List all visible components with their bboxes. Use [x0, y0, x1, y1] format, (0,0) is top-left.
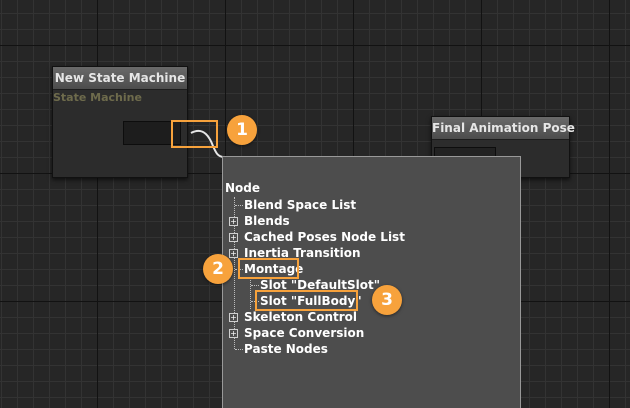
- menu-item-blend-space-list[interactable]: Blend Space List: [244, 197, 356, 213]
- tree-connector: [235, 205, 243, 206]
- node-title: New State Machine: [53, 67, 187, 90]
- expand-icon[interactable]: +: [229, 249, 238, 258]
- menu-item-paste-nodes[interactable]: Paste Nodes: [244, 341, 328, 357]
- node-subtitle: State Machine: [53, 91, 142, 104]
- highlight-slot-fullbody: [255, 290, 358, 311]
- tree-connector: [235, 349, 243, 350]
- callout-badge-2: 2: [203, 254, 233, 284]
- node-title: Final Animation Pose: [432, 117, 575, 140]
- menu-item-cached-poses-node-list[interactable]: Cached Poses Node List: [244, 229, 405, 245]
- expand-icon[interactable]: +: [229, 233, 238, 242]
- menu-item-space-conversion[interactable]: Space Conversion: [244, 325, 364, 341]
- tree-connector: [251, 285, 259, 286]
- menu-root-label: Node: [225, 181, 261, 195]
- expand-icon[interactable]: +: [229, 329, 238, 338]
- state-machine-node[interactable]: New State Machine State Machine: [52, 66, 188, 178]
- highlight-output-pin: [171, 120, 218, 148]
- callout-badge-1: 1: [227, 115, 257, 145]
- callout-badge-3: 3: [372, 285, 402, 315]
- highlight-montage: [238, 258, 299, 279]
- expand-icon[interactable]: +: [229, 313, 238, 322]
- expand-icon[interactable]: +: [229, 217, 238, 226]
- context-menu[interactable]: Node Blend Space List + Blends + Cached …: [222, 156, 521, 408]
- menu-item-skeleton-control[interactable]: Skeleton Control: [244, 309, 357, 325]
- tree-guide: [250, 277, 251, 309]
- menu-item-blends[interactable]: Blends: [244, 213, 290, 229]
